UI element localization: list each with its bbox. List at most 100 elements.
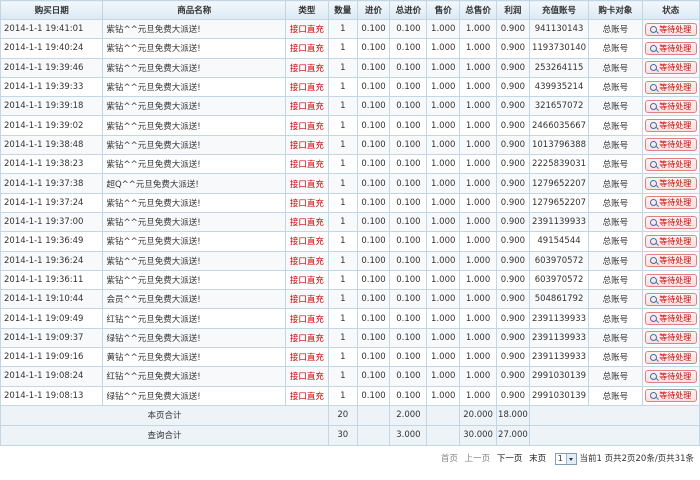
status-button[interactable]: 等待处理 bbox=[644, 215, 697, 229]
total-price: 1.000 bbox=[459, 269, 498, 291]
quantity: 1 bbox=[327, 192, 358, 213]
chevron-down-icon[interactable] bbox=[565, 453, 576, 464]
quantity: 1 bbox=[327, 173, 358, 194]
status-button[interactable]: 等待处理 bbox=[644, 331, 697, 345]
recharge-account: 2391139933 bbox=[528, 347, 590, 368]
status-button[interactable]: 等待处理 bbox=[644, 389, 697, 403]
quantity: 1 bbox=[327, 366, 358, 387]
status-button[interactable]: 等待处理 bbox=[644, 177, 697, 191]
profit: 0.900 bbox=[496, 231, 530, 252]
product-name: 紫钻^^元旦免费大派送! bbox=[102, 154, 286, 175]
product-name: 绿钻^^元旦免费大派送! bbox=[102, 385, 286, 406]
profit: 0.900 bbox=[496, 76, 530, 98]
profit: 0.900 bbox=[496, 366, 530, 387]
status-button[interactable]: 等待处理 bbox=[644, 234, 697, 248]
cost-price: 0.100 bbox=[356, 231, 391, 252]
status-label: 等待处理 bbox=[659, 198, 692, 208]
prev-page-link[interactable]: 上一页 bbox=[465, 454, 491, 464]
status-button[interactable]: 等待处理 bbox=[644, 41, 697, 55]
product-name: 紫钻^^元旦免费大派送! bbox=[102, 134, 286, 156]
status-label: 等待处理 bbox=[659, 371, 692, 381]
profit: 0.900 bbox=[496, 327, 530, 349]
status-label: 等待处理 bbox=[659, 121, 692, 131]
profit: 0.900 bbox=[496, 18, 530, 40]
status-button[interactable]: 等待处理 bbox=[644, 292, 697, 306]
page-select[interactable]: 1 bbox=[554, 452, 577, 465]
order-type: 接口直充 bbox=[284, 366, 329, 387]
status-cell: 等待处理 bbox=[641, 115, 700, 136]
product-name: 紫钻^^元旦免费大派送! bbox=[102, 211, 286, 233]
status-label: 等待处理 bbox=[659, 63, 692, 73]
table-row: 2014-1-1 19:08:13 绿钻^^元旦免费大派送! 接口直充 1 0.100 0… bbox=[0, 385, 700, 406]
sale-price: 1.000 bbox=[426, 76, 461, 98]
first-page-link[interactable]: 首页 bbox=[441, 454, 458, 464]
status-button[interactable]: 等待处理 bbox=[644, 350, 697, 364]
sale-price: 1.000 bbox=[426, 347, 461, 368]
profit: 0.900 bbox=[496, 154, 530, 175]
order-type: 接口直充 bbox=[284, 115, 329, 136]
card-target: 总账号 bbox=[588, 308, 643, 329]
purchase-date: 2014-1-1 19:39:18 bbox=[0, 96, 104, 117]
status-cell: 等待处理 bbox=[641, 18, 700, 40]
quantity: 1 bbox=[327, 96, 358, 117]
quantity: 1 bbox=[327, 154, 358, 175]
status-button[interactable]: 等待处理 bbox=[644, 254, 697, 268]
order-type: 接口直充 bbox=[284, 289, 329, 310]
profit: 0.900 bbox=[496, 96, 530, 117]
recharge-account: 504861792 bbox=[528, 289, 590, 310]
status-button[interactable]: 等待处理 bbox=[644, 119, 697, 133]
status-cell: 等待处理 bbox=[641, 154, 700, 175]
total-cost: 0.100 bbox=[389, 154, 428, 175]
recharge-account: 321657072 bbox=[528, 96, 590, 117]
status-label: 等待处理 bbox=[659, 140, 692, 150]
status-cell: 等待处理 bbox=[641, 96, 700, 117]
cost-price: 0.100 bbox=[356, 269, 391, 291]
last-page-link[interactable]: 末页 bbox=[529, 454, 546, 464]
status-button[interactable]: 等待处理 bbox=[644, 369, 697, 383]
quantity: 1 bbox=[327, 76, 358, 98]
card-target: 总账号 bbox=[588, 231, 643, 252]
status-button[interactable]: 等待处理 bbox=[644, 273, 697, 287]
status-cell: 等待处理 bbox=[641, 231, 700, 252]
status-button[interactable]: 等待处理 bbox=[644, 99, 697, 113]
total-cost: 0.100 bbox=[389, 192, 428, 213]
total-cost: 0.100 bbox=[389, 211, 428, 233]
purchase-date: 2014-1-1 19:39:46 bbox=[0, 57, 104, 78]
order-type: 接口直充 bbox=[284, 76, 329, 98]
status-button[interactable]: 等待处理 bbox=[644, 61, 697, 75]
order-type: 接口直充 bbox=[284, 192, 329, 213]
next-page-link[interactable]: 下一页 bbox=[497, 454, 523, 464]
total-cost: 0.100 bbox=[389, 115, 428, 136]
status-label: 等待处理 bbox=[659, 294, 692, 304]
total-cost: 0.100 bbox=[389, 76, 428, 98]
purchase-date: 2014-1-1 19:39:33 bbox=[0, 76, 104, 98]
status-label: 等待处理 bbox=[659, 82, 692, 92]
cost-price: 0.100 bbox=[356, 192, 391, 213]
status-button[interactable]: 等待处理 bbox=[644, 22, 697, 36]
cost-price: 0.100 bbox=[356, 308, 391, 329]
status-button[interactable]: 等待处理 bbox=[644, 138, 697, 152]
magnifier-icon bbox=[650, 102, 658, 110]
magnifier-icon bbox=[650, 315, 658, 323]
status-cell: 等待处理 bbox=[641, 385, 700, 406]
status-button[interactable]: 等待处理 bbox=[644, 312, 697, 326]
status-button[interactable]: 等待处理 bbox=[644, 80, 697, 94]
product-name: 紫钻^^元旦免费大派送! bbox=[102, 250, 286, 271]
total-price: 1.000 bbox=[459, 366, 498, 387]
sale-price: 1.000 bbox=[426, 289, 461, 310]
recharge-account: 2466035667 bbox=[528, 115, 590, 136]
status-label: 等待处理 bbox=[659, 236, 692, 246]
total-price: 1.000 bbox=[459, 250, 498, 271]
status-label: 等待处理 bbox=[659, 43, 692, 53]
status-cell: 等待处理 bbox=[641, 347, 700, 368]
status-button[interactable]: 等待处理 bbox=[644, 196, 697, 210]
product-name: 紫钻^^元旦免费大派送! bbox=[102, 96, 286, 117]
recharge-account: 603970572 bbox=[528, 250, 590, 271]
total-cost: 0.100 bbox=[389, 385, 428, 406]
magnifier-icon bbox=[650, 64, 658, 72]
product-name: 紫钻^^元旦免费大派送! bbox=[102, 76, 286, 98]
magnifier-icon bbox=[650, 122, 658, 130]
status-button[interactable]: 等待处理 bbox=[644, 157, 697, 171]
sale-price: 1.000 bbox=[426, 327, 461, 349]
card-target: 总账号 bbox=[588, 173, 643, 194]
